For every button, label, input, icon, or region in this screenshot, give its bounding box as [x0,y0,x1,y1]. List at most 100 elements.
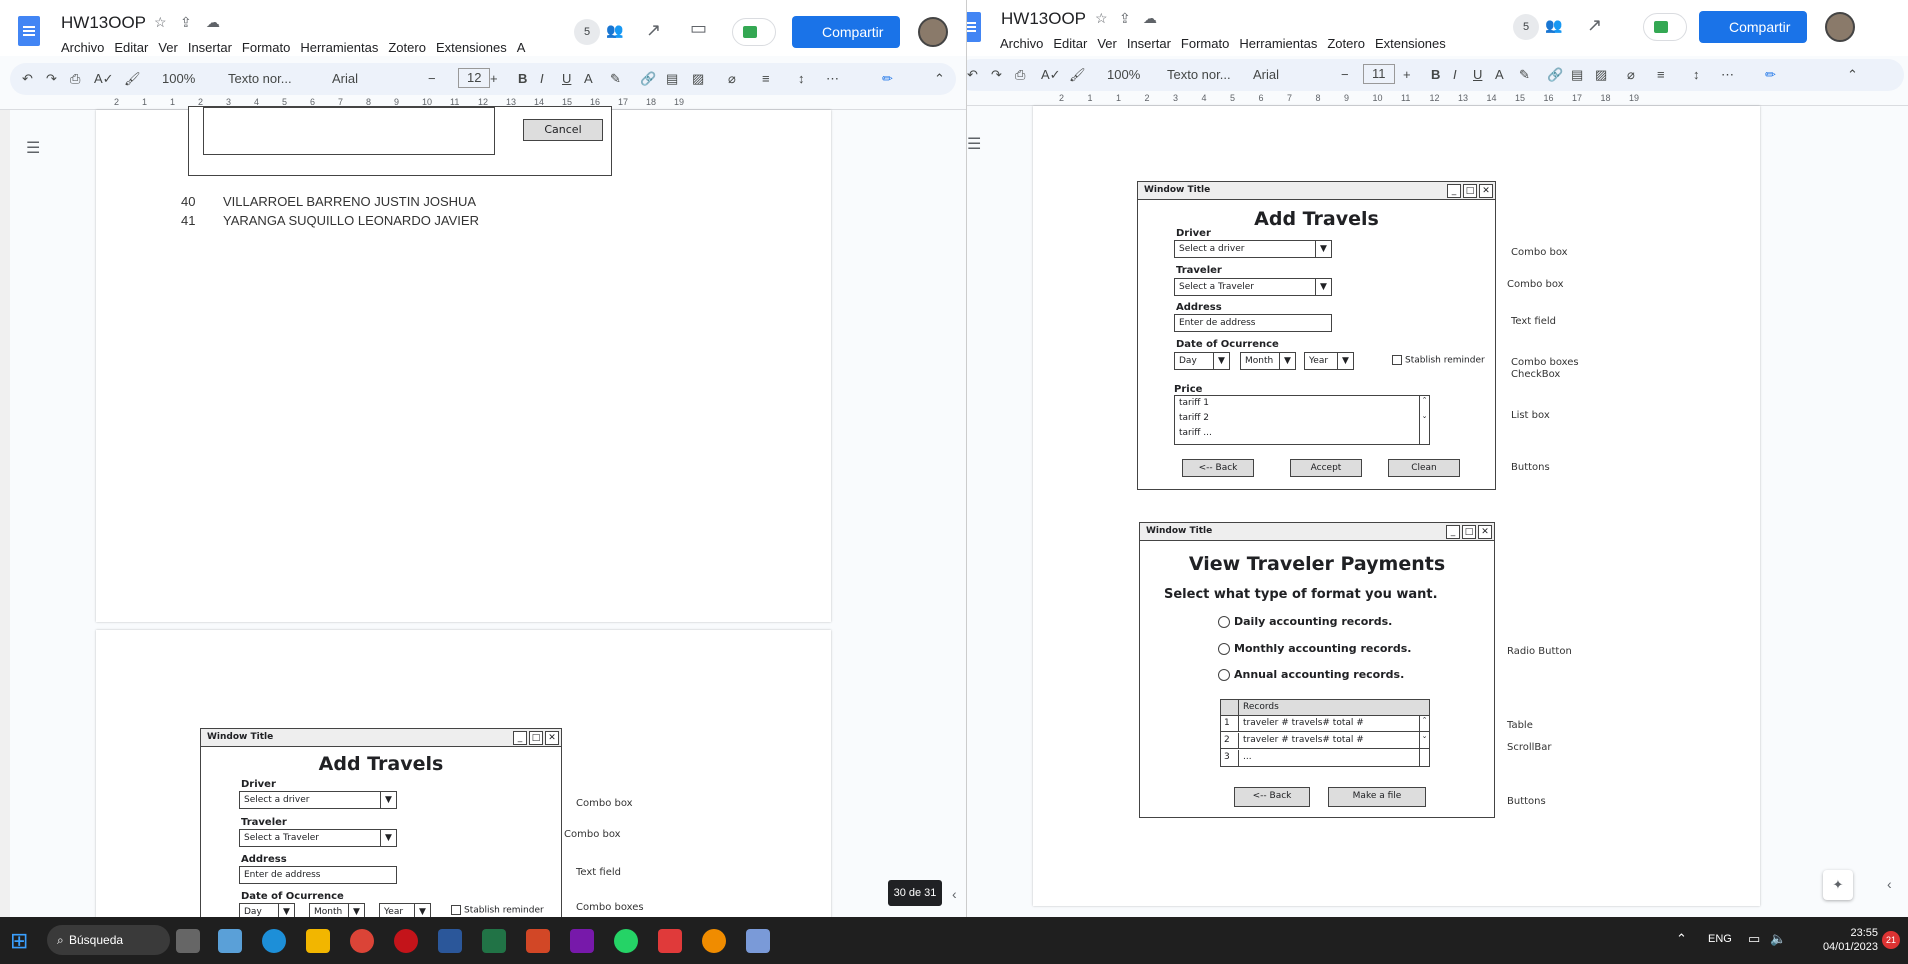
document-page[interactable]: Window Title _ □ ✕ Add Travels Driver Sele… [1033,106,1760,906]
taskbar-search[interactable]: ⌕ Búsqueda [47,925,170,955]
redo-icon[interactable]: ↷ [46,68,57,90]
edit-mode-icon[interactable]: ✏ [882,68,893,90]
move-icon[interactable]: ⇪ [180,14,192,31]
paint-format-icon[interactable]: 🖌 [124,68,141,90]
menu-extensiones[interactable]: Extensiones [1370,34,1451,53]
file-explorer-icon[interactable] [306,929,330,953]
chrome-icon[interactable] [350,929,374,953]
highlight-icon[interactable]: ✎ [1519,64,1530,86]
doc-title[interactable]: HW13OOP [1001,9,1086,29]
volume-icon[interactable]: 🔈 [1770,931,1786,947]
collapse-icon[interactable]: ⌃ [1847,64,1858,86]
bold-icon[interactable]: B [518,68,527,90]
edit-mode-icon[interactable]: ✏ [1765,64,1776,86]
menu-herramientas[interactable]: Herramientas [1234,34,1322,53]
menu-ver[interactable]: Ver [153,38,183,57]
image-icon[interactable]: ▨ [692,68,704,90]
outline-icon[interactable]: ☰ [26,138,40,158]
link-icon[interactable]: 🔗 [640,68,656,90]
app-icon-orange[interactable] [702,929,726,953]
edge-icon[interactable] [262,929,286,953]
comment-icon[interactable]: ▤ [1571,64,1583,86]
excel-icon[interactable] [482,929,506,953]
line-spacing-icon[interactable]: ↕ [1693,64,1700,86]
app-icon-cube[interactable] [746,929,770,953]
style-select[interactable]: Texto nor... [228,68,292,90]
star-icon[interactable]: ☆ [154,14,167,31]
font-select[interactable]: Arial [332,68,358,90]
spellcheck-icon[interactable]: A✓ [1041,64,1061,86]
align-icon[interactable]: ≡ [1657,64,1665,86]
task-view-icon[interactable] [176,929,200,953]
clear-format-icon[interactable]: ⌀ [728,68,736,90]
language-indicator[interactable]: ENG [1708,933,1732,945]
app-icon[interactable] [658,929,682,953]
notification-badge[interactable]: 21 [1882,931,1900,949]
cloud-icon[interactable]: ☁ [1143,10,1157,27]
network-icon[interactable]: ▭ [1748,931,1760,947]
activity-icon[interactable]: ↗ [1587,15,1602,36]
menu-herramientas[interactable]: Herramientas [295,38,383,57]
style-select[interactable]: Texto nor... [1167,64,1231,86]
menu-archivo[interactable]: Archivo [56,38,109,57]
spellcheck-icon[interactable]: A✓ [94,68,114,90]
font-size-input[interactable]: 11 [1363,64,1395,84]
clock[interactable]: 23:55 04/01/2023 [1823,926,1878,954]
share-button[interactable]: Compartir [1699,11,1807,43]
horizontal-ruler[interactable]: 2 1 1 2 3 4 5 6 7 8 9 10 11 12 13 14 15 16 17 18 19 [967,92,1908,106]
underline-icon[interactable]: U [1473,64,1482,86]
clear-format-icon[interactable]: ⌀ [1627,64,1635,86]
line-spacing-icon[interactable]: ↕ [798,68,805,90]
photos-icon[interactable] [218,929,242,953]
menu-ver[interactable]: Ver [1092,34,1122,53]
menu-formato[interactable]: Formato [1176,34,1234,53]
menu-extensiones[interactable]: Extensiones [431,38,512,57]
highlight-icon[interactable]: ✎ [610,68,621,90]
onenote-icon[interactable] [570,929,594,953]
explore-icon[interactable]: ✦ [1823,870,1853,900]
text-color-icon[interactable]: A [1495,64,1504,86]
menu-editar[interactable]: Editar [1048,34,1092,53]
zoom-select[interactable]: 100% [1107,64,1140,86]
zoom-select[interactable]: 100% [162,68,195,90]
menu-truncated[interactable]: A [1451,34,1455,53]
collaborators-badge[interactable]: 5 [574,19,600,45]
italic-icon[interactable]: I [540,68,544,90]
vertical-ruler[interactable] [0,110,10,917]
document-page[interactable]: Cancel 40 VILLARROEL BARRENO JUSTIN JOSH… [96,106,831,622]
star-icon[interactable]: ☆ [1095,10,1108,27]
cloud-icon[interactable]: ☁ [206,14,220,31]
whatsapp-icon[interactable] [614,929,638,953]
outline-icon[interactable]: ☰ [967,134,981,154]
italic-icon[interactable]: I [1453,64,1457,86]
chevron-left-icon[interactable]: ‹ [1887,876,1892,892]
decrease-size-icon[interactable]: − [428,68,436,90]
align-icon[interactable]: ≡ [762,68,770,90]
avatar[interactable] [1825,12,1855,42]
increase-size-icon[interactable]: + [1403,64,1411,86]
comments-icon[interactable]: ▭ [690,18,707,39]
menu-truncated[interactable]: A [512,38,531,57]
menu-formato[interactable]: Formato [237,38,295,57]
undo-icon[interactable]: ↶ [22,68,33,90]
redo-icon[interactable]: ↷ [991,64,1002,86]
decrease-size-icon[interactable]: − [1341,64,1349,86]
doc-title[interactable]: HW13OOP [61,13,146,33]
paint-format-icon[interactable]: 🖌 [1069,64,1086,86]
word-icon[interactable] [438,929,462,953]
menu-editar[interactable]: Editar [109,38,153,57]
move-icon[interactable]: ⇪ [1119,10,1131,27]
share-button[interactable]: Compartir [792,16,900,48]
collaborators-badge[interactable]: 5 [1513,14,1539,40]
bold-icon[interactable]: B [1431,64,1440,86]
menu-zotero[interactable]: Zotero [1322,34,1370,53]
document-page-next[interactable]: Window Title _ □ ✕ Add Travels Driver Sele… [96,630,831,917]
text-color-icon[interactable]: A [584,68,593,90]
chevron-left-icon[interactable]: ‹ [952,886,957,902]
underline-icon[interactable]: U [562,68,571,90]
increase-size-icon[interactable]: + [490,68,498,90]
comment-icon[interactable]: ▤ [666,68,678,90]
undo-icon[interactable]: ↶ [967,64,978,86]
menu-zotero[interactable]: Zotero [383,38,431,57]
link-icon[interactable]: 🔗 [1547,64,1563,86]
